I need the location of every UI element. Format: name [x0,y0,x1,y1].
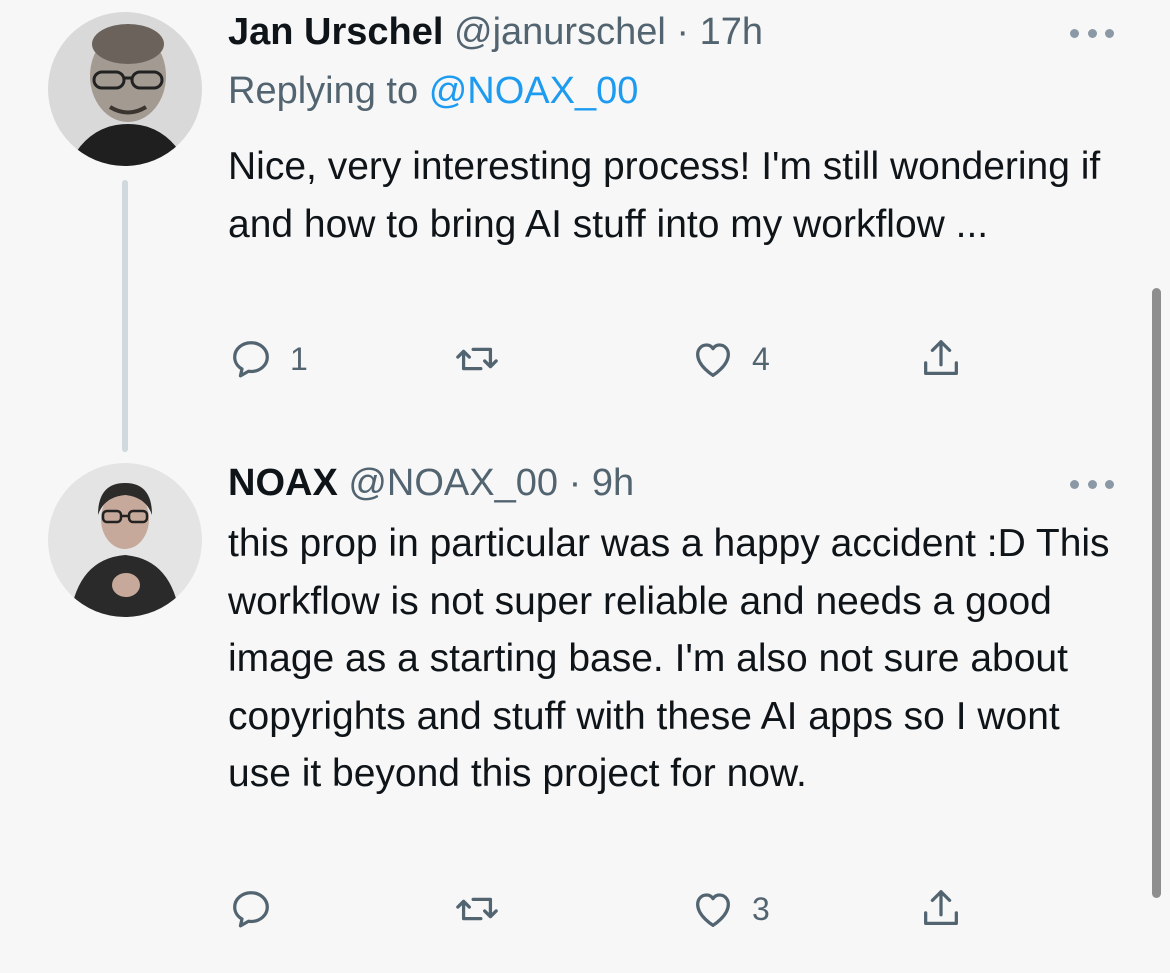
heart-icon [696,893,730,927]
reply-bubble-icon [233,891,269,928]
tweet-actions: 3 [228,884,988,934]
share-button[interactable] [918,334,964,384]
retweet-button[interactable] [454,334,516,384]
heart-icon [696,343,730,377]
share-icon [924,890,958,926]
like-count: 4 [752,340,770,377]
more-horizontal-icon [1070,479,1079,489]
reply-button[interactable] [228,884,290,934]
more-horizontal-icon [1070,28,1079,38]
share-icon [924,340,958,376]
share-button[interactable] [918,884,964,934]
meta-separator: · [676,11,690,53]
like-button[interactable]: 3 [690,884,770,934]
tweet-text: this prop in particular was a happy acci… [228,522,1110,795]
replying-to-mention[interactable]: @NOAX_00 [429,70,639,112]
retweet-icon [456,347,498,371]
reply-bubble-icon [233,341,269,378]
retweet-icon [456,897,498,921]
retweet-button[interactable] [454,884,516,934]
tweet-header: Jan Urschel @janurschel · 17h [228,10,763,54]
tweet-time[interactable]: 17h [700,11,763,53]
author-handle[interactable]: @janurschel [454,11,666,53]
tweet-time[interactable]: 9h [592,462,634,504]
avatar-noax[interactable] [48,463,202,617]
avatar-jan-urschel[interactable] [48,12,202,166]
author-name[interactable]: Jan Urschel [228,11,443,53]
reply-count: 1 [290,340,308,377]
replying-to-label: Replying to [228,70,419,112]
more-options-button[interactable] [1070,478,1114,490]
scrollbar-thumb[interactable] [1152,288,1161,898]
thread-connector-line [122,180,128,452]
like-count: 3 [752,890,770,927]
replying-to: Replying to @NOAX_00 [228,69,638,113]
author-handle[interactable]: @NOAX_00 [348,462,558,504]
author-name[interactable]: NOAX [228,462,338,504]
tweet-actions: 1 4 [228,334,988,384]
more-options-button[interactable] [1070,27,1114,39]
reply-button[interactable]: 1 [228,334,308,384]
meta-separator: · [568,462,582,504]
like-button[interactable]: 4 [690,334,770,384]
tweet-text: Nice, very interesting process! I'm stil… [228,145,1101,246]
tweet-header: NOAX @NOAX_00 · 9h [228,461,634,505]
